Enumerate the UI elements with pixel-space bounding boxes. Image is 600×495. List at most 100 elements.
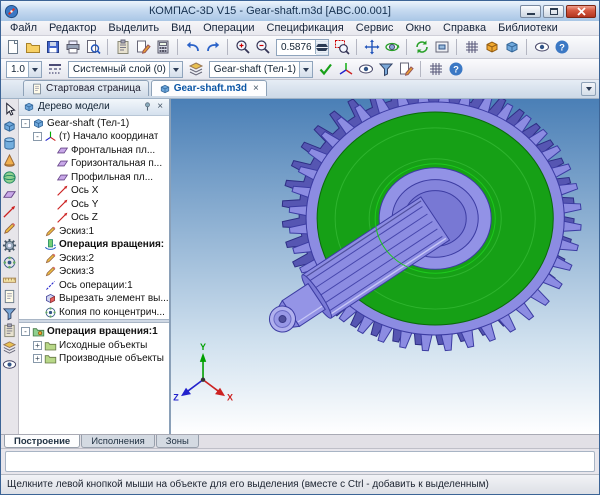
eye-icon[interactable]	[534, 39, 550, 55]
tree-item[interactable]: +Исходные объекты	[19, 339, 169, 353]
menu-item-0[interactable]: Файл	[4, 22, 43, 34]
collapse-icon[interactable]: -	[33, 132, 42, 141]
zoom-combo[interactable]: 0.5876	[276, 39, 329, 56]
cursor-icon[interactable]	[2, 102, 17, 117]
tree-item[interactable]: Вырезать элемент вы...	[19, 292, 169, 306]
cylinder-icon[interactable]	[2, 136, 17, 151]
clipboard-icon[interactable]	[115, 39, 131, 55]
menu-item-8[interactable]: Справка	[437, 22, 492, 34]
spinner-down-icon[interactable]	[316, 47, 328, 54]
scale-combo[interactable]: 1.0	[6, 61, 42, 78]
cube-blue-icon[interactable]	[2, 119, 17, 134]
gear-icon[interactable]	[2, 238, 17, 253]
part-combo[interactable]: Gear-shaft (Тел-1)	[209, 61, 313, 78]
layers-icon[interactable]	[2, 340, 17, 355]
cube-orange-icon[interactable]	[484, 39, 500, 55]
tree-item[interactable]: Ось Z	[19, 211, 169, 225]
fit-icon[interactable]	[434, 39, 450, 55]
panel-close-button[interactable]: ×	[154, 100, 167, 113]
menu-item-4[interactable]: Операции	[197, 22, 260, 34]
combo-arrow-icon[interactable]	[299, 62, 312, 77]
tab-close-icon[interactable]: ×	[253, 84, 259, 94]
properties-icon[interactable]	[135, 39, 151, 55]
tree-item[interactable]: -Gear-shaft (Тел-1)	[19, 117, 169, 131]
tree-item[interactable]: Эскиз:2	[19, 252, 169, 266]
funnel-icon[interactable]	[2, 306, 17, 321]
tree-item[interactable]: +Производные объекты	[19, 352, 169, 366]
maximize-button[interactable]	[543, 5, 564, 18]
layer-combo[interactable]: Системный слой (0)	[68, 61, 183, 78]
tree-item[interactable]: Копия по концентрич...	[19, 306, 169, 320]
help-icon[interactable]: ?	[448, 61, 464, 77]
collapse-icon[interactable]: -	[21, 119, 30, 128]
viewport-3d[interactable]: YXZ	[171, 99, 599, 435]
tree-item[interactable]: Ось операции:1	[19, 279, 169, 293]
open-icon[interactable]	[25, 39, 41, 55]
model-tree-header[interactable]: Дерево модели ×	[19, 99, 169, 116]
eye-icon[interactable]	[2, 357, 17, 372]
tree-item[interactable]: Эскиз:3	[19, 265, 169, 279]
line-style-icon[interactable]	[47, 61, 63, 77]
funnel-icon[interactable]	[378, 61, 394, 77]
pencil-icon[interactable]	[2, 221, 17, 236]
menu-item-2[interactable]: Выделить	[102, 22, 165, 34]
grid-icon[interactable]	[428, 61, 444, 77]
preview-icon[interactable]	[85, 39, 101, 55]
lower-tab-0[interactable]: Построение	[4, 435, 80, 448]
document-tab-0[interactable]: Стартовая страница	[23, 80, 149, 96]
tree-item[interactable]: Ось X	[19, 184, 169, 198]
tree-item[interactable]: -Операция вращения:1	[19, 325, 169, 339]
calculator-icon[interactable]	[155, 39, 171, 55]
sheet-icon[interactable]	[2, 289, 17, 304]
help-icon[interactable]: ?	[554, 39, 570, 55]
cone-icon[interactable]	[2, 153, 17, 168]
eye-icon[interactable]	[358, 61, 374, 77]
menu-item-9[interactable]: Библиотеки	[492, 22, 564, 34]
axes-icon[interactable]	[338, 61, 354, 77]
menu-item-7[interactable]: Окно	[399, 22, 437, 34]
lower-tab-2[interactable]: Зоны	[156, 435, 199, 448]
menu-item-6[interactable]: Сервис	[350, 22, 400, 34]
menu-item-1[interactable]: Редактор	[43, 22, 102, 34]
save-icon[interactable]	[45, 39, 61, 55]
expand-icon[interactable]: +	[33, 354, 42, 363]
layers-icon[interactable]	[188, 61, 204, 77]
grid-icon[interactable]	[464, 39, 480, 55]
close-button[interactable]	[566, 5, 596, 18]
lower-tab-1[interactable]: Исполнения	[81, 435, 155, 448]
axis-icon[interactable]	[2, 204, 17, 219]
zoom-in-icon[interactable]	[235, 39, 251, 55]
zoom-spinner[interactable]	[315, 40, 328, 54]
cube-blue-icon[interactable]	[504, 39, 520, 55]
tree-item[interactable]: Операция вращения:	[19, 238, 169, 252]
check-icon[interactable]	[318, 61, 334, 77]
tree-item[interactable]: Профильная пл...	[19, 171, 169, 185]
minimize-button[interactable]	[520, 5, 541, 18]
plane-icon[interactable]	[2, 187, 17, 202]
tree-item[interactable]: -(т) Начало координат	[19, 130, 169, 144]
tree-item[interactable]: Эскиз:1	[19, 225, 169, 239]
orbit-icon[interactable]	[384, 39, 400, 55]
undo-icon[interactable]	[185, 39, 201, 55]
zoom-out-icon[interactable]	[255, 39, 271, 55]
combo-arrow-icon[interactable]	[169, 62, 182, 77]
pin-button[interactable]	[141, 100, 154, 113]
document-tab-1[interactable]: Gear-shaft.m3d×	[151, 80, 267, 96]
copyconc-icon[interactable]	[2, 255, 17, 270]
collapse-icon[interactable]: -	[21, 327, 30, 336]
pan-icon[interactable]	[364, 39, 380, 55]
gear-shaft-model[interactable]: YXZ	[171, 99, 599, 435]
refresh-icon[interactable]	[414, 39, 430, 55]
new-page-icon[interactable]	[5, 39, 21, 55]
cube-blue-icon[interactable]	[159, 83, 171, 95]
sheet-icon[interactable]	[31, 83, 43, 95]
title-bar[interactable]: КОМПАС-3D V15 - Gear-shaft.m3d [ABC.00.0…	[1, 1, 599, 21]
tree-item[interactable]: Фронтальная пл...	[19, 144, 169, 158]
ruler-icon[interactable]	[2, 272, 17, 287]
redo-icon[interactable]	[205, 39, 221, 55]
combo-arrow-icon[interactable]	[28, 62, 41, 77]
expand-icon[interactable]: +	[33, 341, 42, 350]
tree-item[interactable]: Горизонтальная п...	[19, 157, 169, 171]
sphere-icon[interactable]	[2, 170, 17, 185]
tab-list-button[interactable]	[581, 82, 596, 96]
